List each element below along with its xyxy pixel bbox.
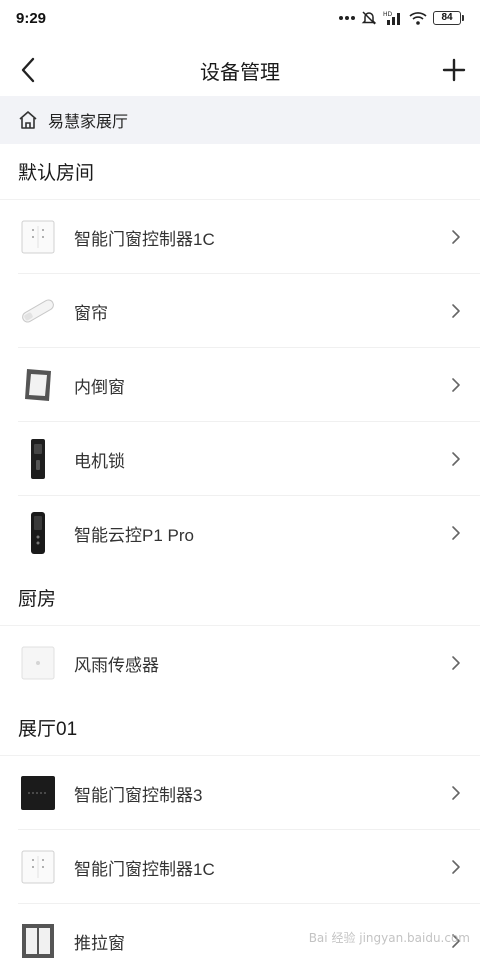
status-time: 9:29 — [16, 9, 47, 27]
room-header: 展厅01 — [0, 700, 480, 756]
device-row-wind-rain-sensor[interactable]: 风雨传感器 — [0, 626, 480, 700]
device-label: 智能门窗控制器1C — [74, 229, 215, 249]
chevron-right-icon — [436, 291, 476, 331]
chevron-right-icon — [436, 365, 476, 405]
battery-level: 84 — [433, 11, 461, 25]
device-label: 风雨传感器 — [74, 655, 159, 675]
battery-tip — [462, 15, 464, 21]
device-row-controller-1c-2[interactable]: 智能门窗控制器1C — [0, 830, 480, 904]
device-row-motor-lock[interactable]: 电机锁 — [0, 422, 480, 496]
device-label: 智能门窗控制器1C — [74, 859, 215, 879]
room-header: 厨房 — [0, 570, 480, 626]
controller-white-icon — [18, 217, 58, 257]
device-label: 窗帘 — [74, 303, 108, 323]
home-name: 易慧家展厅 — [48, 114, 129, 131]
sliding-window-icon — [18, 921, 58, 960]
more-dots-icon — [339, 16, 355, 20]
mute-bell-icon — [361, 11, 377, 25]
controller-white-icon — [18, 847, 58, 887]
back-button[interactable] — [10, 52, 46, 88]
chevron-right-icon — [436, 439, 476, 479]
plus-icon — [442, 58, 466, 82]
status-bar: 9:29 HD 84 — [0, 0, 480, 36]
curtain-motor-icon — [18, 291, 58, 331]
device-row-curtain[interactable]: 窗帘 — [0, 274, 480, 348]
chevron-right-icon — [436, 217, 476, 257]
wifi-icon — [409, 12, 427, 25]
device-row-controller-1c[interactable]: 智能门窗控制器1C — [0, 200, 480, 274]
signal-icon: HD — [383, 11, 400, 25]
device-label: 智能门窗控制器3 — [74, 785, 203, 805]
room-header: 默认房间 — [0, 144, 480, 200]
page-title: 设备管理 — [200, 61, 280, 84]
device-label: 内倒窗 — [74, 377, 125, 397]
device-label: 智能云控P1 Pro — [74, 525, 194, 545]
svg-text:HD: HD — [383, 11, 393, 18]
chevron-right-icon — [436, 847, 476, 887]
chevron-right-icon — [436, 513, 476, 553]
header: 设备管理 — [0, 42, 480, 98]
home-selector[interactable]: 易慧家展厅 — [0, 96, 480, 144]
device-row-controller-3[interactable]: 智能门窗控制器3 — [0, 756, 480, 830]
battery-indicator: 84 — [433, 11, 464, 25]
device-list: 默认房间 智能门窗控制器1C 窗帘 内倒窗 电机锁 智能云控P1 Pro 厨房 … — [0, 144, 480, 960]
chevron-right-icon — [436, 643, 476, 683]
device-label: 电机锁 — [74, 451, 125, 471]
motor-lock-icon — [18, 439, 58, 479]
wind-rain-sensor-icon — [18, 643, 58, 683]
tilt-window-icon — [18, 365, 58, 405]
status-icons: HD 84 — [339, 10, 464, 26]
controller-black-icon — [18, 773, 58, 813]
add-device-button[interactable] — [436, 52, 472, 88]
home-icon — [19, 111, 37, 129]
device-row-tilt-window[interactable]: 内倒窗 — [0, 348, 480, 422]
cloud-controller-icon — [18, 512, 58, 554]
chevron-right-icon — [436, 773, 476, 813]
watermark: Bai 经验 jingyan.baidu.com — [308, 931, 470, 945]
device-row-cloud-controller[interactable]: 智能云控P1 Pro — [0, 496, 480, 570]
chevron-left-icon — [21, 57, 35, 83]
